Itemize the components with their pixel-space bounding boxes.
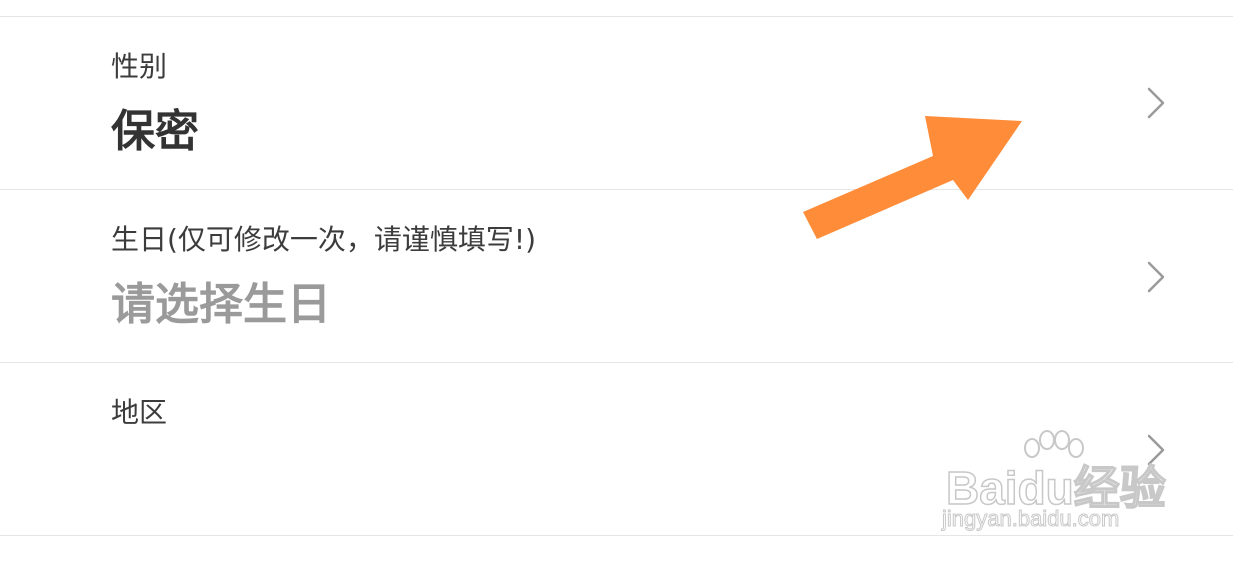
gender-row[interactable]: 性别 保密 <box>0 17 1233 189</box>
birthday-row[interactable]: 生日(仅可修改一次，请谨慎填写!) 请选择生日 <box>0 190 1233 362</box>
chevron-right-icon <box>1147 261 1165 293</box>
gender-value: 保密 <box>111 106 199 157</box>
profile-settings-screen: 性别 保密 生日(仅可修改一次，请谨慎填写!) 请选择生日 地区 Baidu经验… <box>0 0 1233 563</box>
birthday-value: 请选择生日 <box>111 279 331 330</box>
region-row[interactable]: 地区 <box>0 363 1233 535</box>
birthday-label: 生日(仅可修改一次，请谨慎填写!) <box>111 223 537 256</box>
chevron-right-icon <box>1147 87 1165 119</box>
chevron-right-icon <box>1147 434 1165 466</box>
gender-label: 性别 <box>111 50 168 83</box>
region-label: 地区 <box>111 396 168 429</box>
divider-bottom <box>0 535 1233 536</box>
